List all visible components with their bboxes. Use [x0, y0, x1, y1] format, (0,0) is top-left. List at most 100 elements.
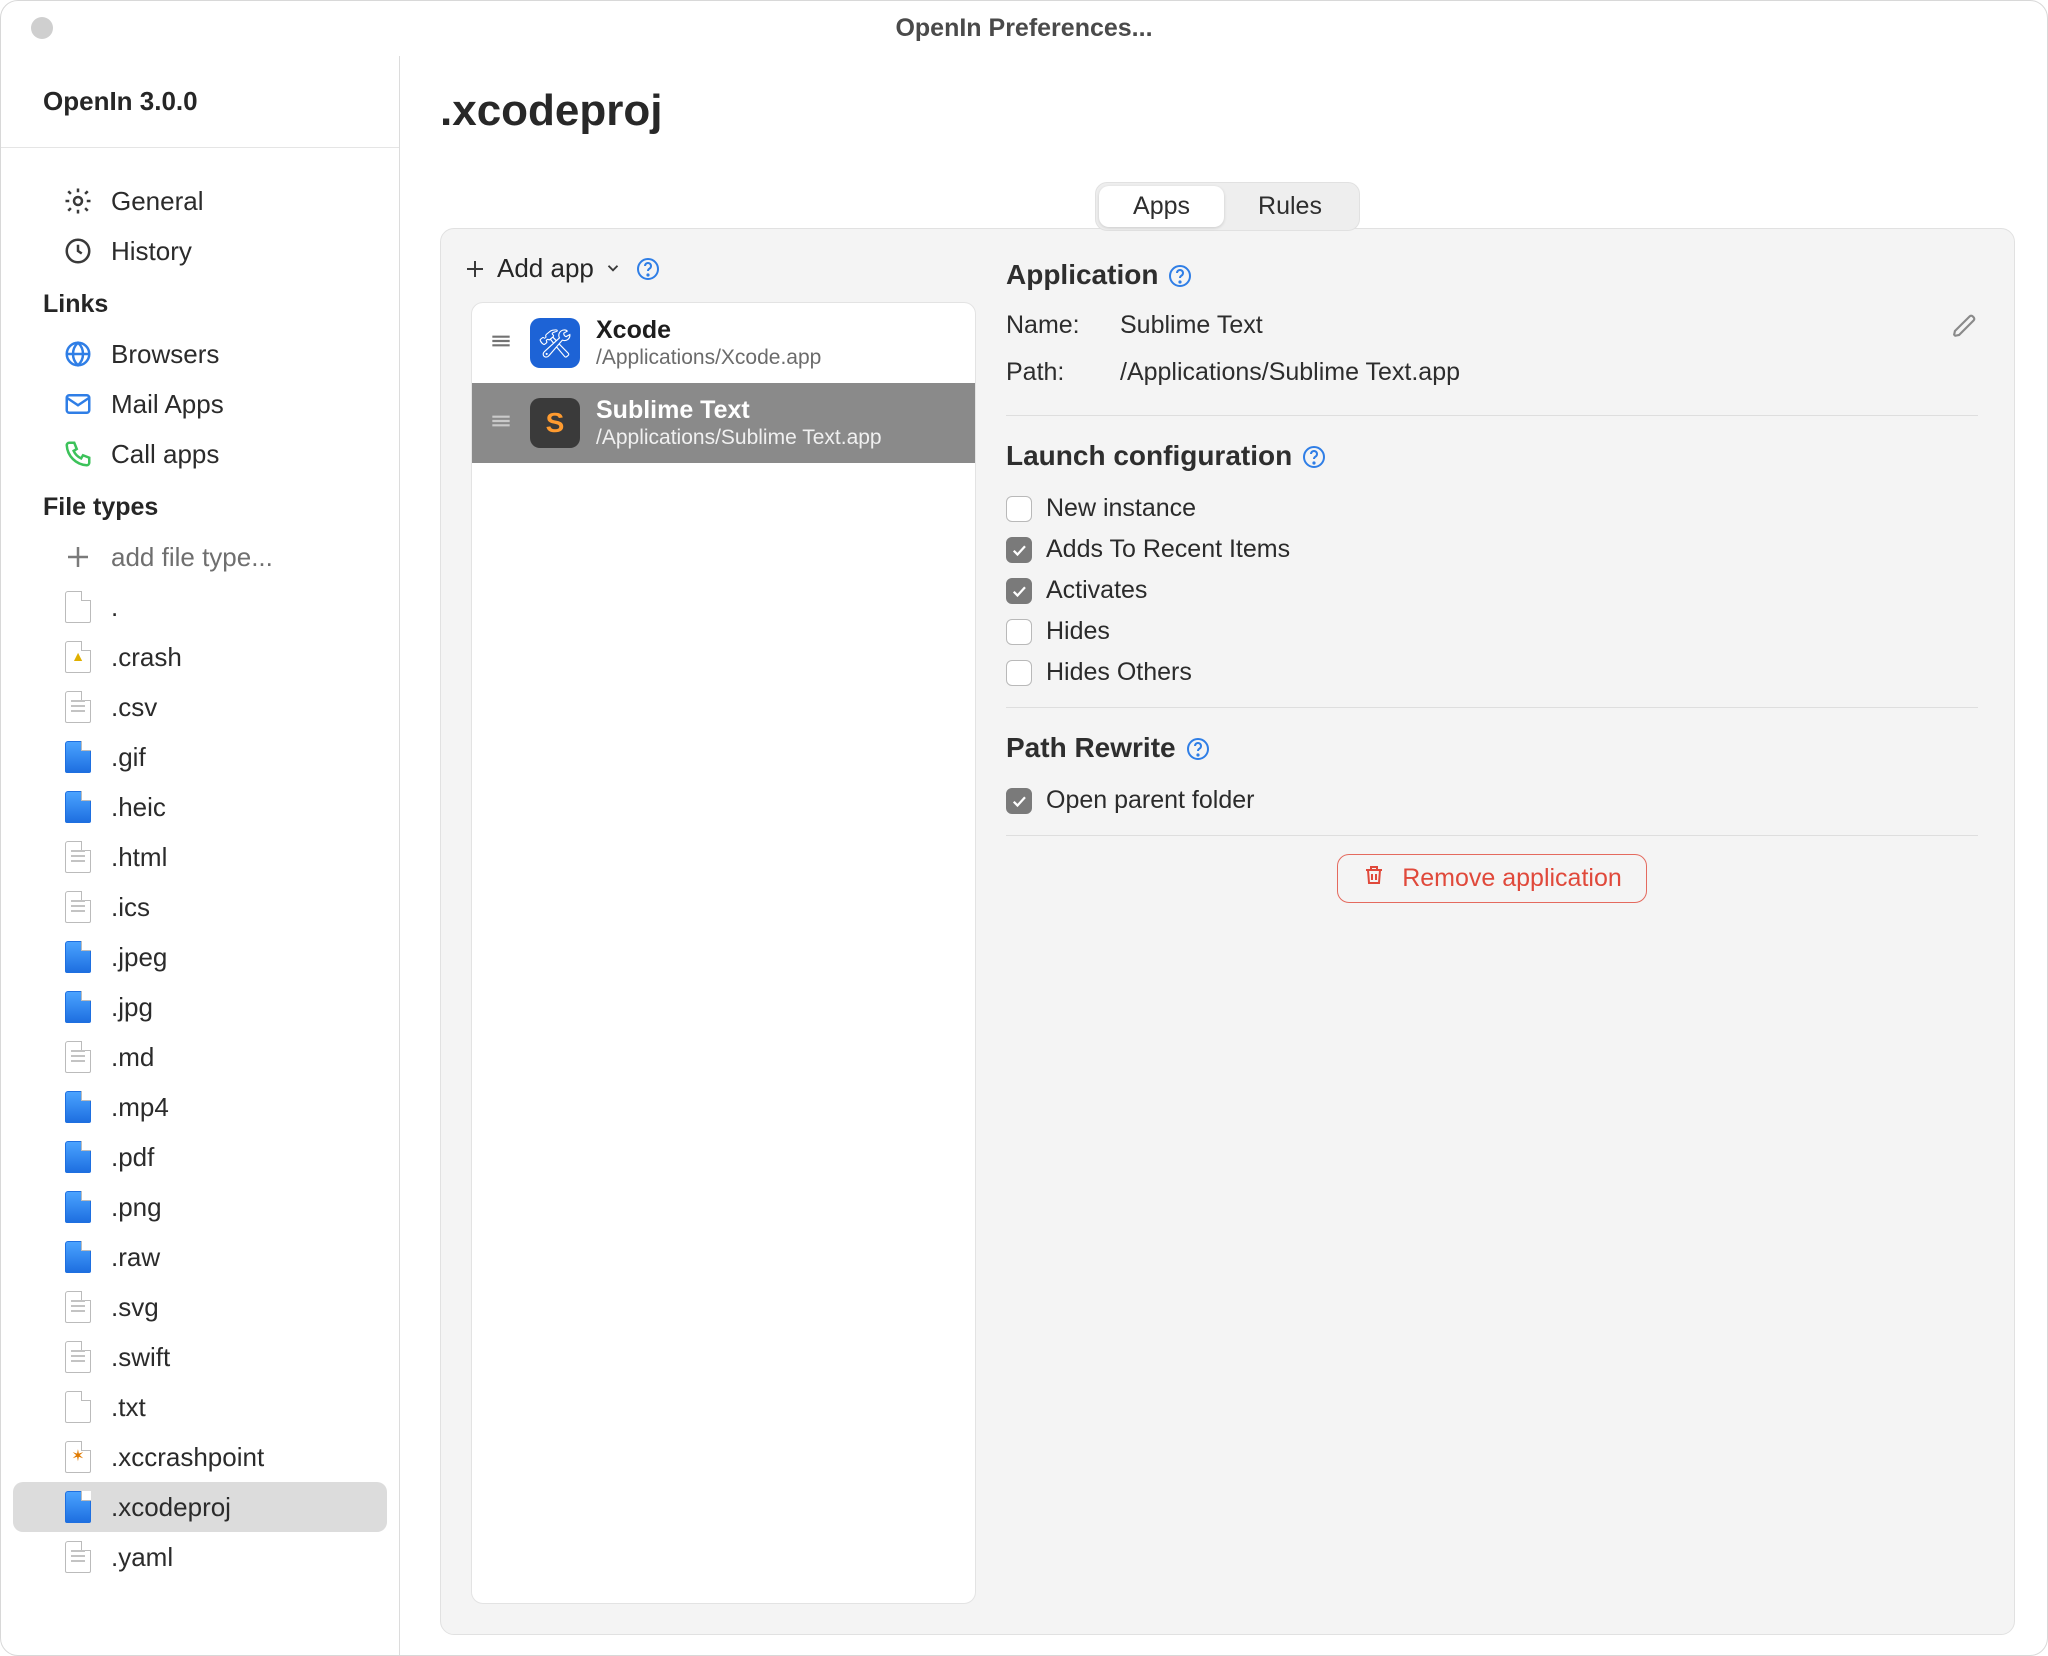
sidebar-item-general[interactable]: General [13, 176, 387, 226]
tab-bar: Apps Rules [1095, 182, 1360, 231]
sidebar-filetype-swift[interactable]: .swift [13, 1332, 387, 1382]
pencil-icon[interactable] [1952, 313, 1978, 339]
app-row-xcode[interactable]: 🛠 Xcode /Applications/Xcode.app [472, 303, 975, 383]
app-name-row: Name: Sublime Text [1006, 307, 1978, 354]
sidebar-item-label: .mp4 [111, 1092, 169, 1123]
checkbox-icon [1006, 619, 1032, 645]
drag-handle-icon[interactable] [488, 408, 514, 439]
add-filetype-label: add file type... [111, 542, 273, 573]
checkbox-hides-others[interactable]: Hides Others [1006, 652, 1978, 693]
links-header: Links [1, 276, 399, 329]
help-icon[interactable] [1168, 263, 1192, 287]
checkbox-activates[interactable]: Activates [1006, 570, 1978, 611]
sidebar-item-label: .ics [111, 892, 150, 923]
sidebar-filetype-crash[interactable]: .crash [13, 632, 387, 682]
apps-column: Add app 🛠 Xcode /Applications/Xcode.app … [441, 229, 1006, 1634]
app-list: 🛠 Xcode /Applications/Xcode.app S Sublim… [471, 302, 976, 1604]
sidebar-item-history[interactable]: History [13, 226, 387, 276]
clock-icon [63, 236, 93, 266]
checkbox-new-instance[interactable]: New instance [1006, 488, 1978, 529]
sidebar-filetype-xccrashpoint[interactable]: .xccrashpoint [13, 1432, 387, 1482]
add-filetype-button[interactable]: add file type... [13, 532, 387, 582]
checkbox-open-parent-folder[interactable]: Open parent folder [1006, 780, 1978, 821]
sidebar-item-mail-apps[interactable]: Mail Apps [13, 379, 387, 429]
sidebar-filetype-yaml[interactable]: .yaml [13, 1532, 387, 1582]
checkbox-label: Hides [1046, 617, 1110, 646]
help-icon[interactable] [1186, 736, 1210, 760]
help-icon[interactable] [1302, 444, 1326, 468]
sidebar-filetype-jpg[interactable]: .jpg [13, 982, 387, 1032]
sidebar-item-label: .txt [111, 1392, 146, 1423]
panel: Add app 🛠 Xcode /Applications/Xcode.app … [440, 228, 2015, 1635]
file-icon [63, 740, 93, 774]
file-icon [63, 1240, 93, 1274]
file-icon [63, 1540, 93, 1574]
sidebar-filetype-txt[interactable]: .txt [13, 1382, 387, 1432]
sidebar-filetype-svg[interactable]: .svg [13, 1282, 387, 1332]
titlebar: OpenIn Preferences... [1, 1, 2047, 56]
sidebar-item-label: .pdf [111, 1142, 154, 1173]
help-icon[interactable] [636, 257, 660, 281]
sidebar-item-label: .svg [111, 1292, 159, 1323]
name-value: Sublime Text [1120, 311, 1952, 340]
add-app-label: Add app [497, 253, 594, 284]
checkbox-adds-to-recent-items[interactable]: Adds To Recent Items [1006, 529, 1978, 570]
add-app-button[interactable]: Add app [441, 253, 1006, 302]
file-icon [63, 1090, 93, 1124]
gear-icon [63, 186, 93, 216]
file-icon [63, 1290, 93, 1324]
checkbox-hides[interactable]: Hides [1006, 611, 1978, 652]
file-icon [63, 1440, 93, 1474]
sidebar-item-label: . [111, 592, 118, 623]
sidebar-item-call-apps[interactable]: Call apps [13, 429, 387, 479]
remove-application-button[interactable]: Remove application [1337, 854, 1647, 903]
window-title: OpenIn Preferences... [1, 14, 2047, 43]
sidebar-filetype-pdf[interactable]: .pdf [13, 1132, 387, 1182]
sidebar-item-label: .raw [111, 1242, 160, 1273]
sidebar-item-label: .csv [111, 692, 157, 723]
sidebar-filetype-jpeg[interactable]: .jpeg [13, 932, 387, 982]
trash-icon [1362, 863, 1386, 894]
sidebar-filetype-mp4[interactable]: .mp4 [13, 1082, 387, 1132]
sidebar-item-label: History [111, 236, 192, 267]
divider [1006, 707, 1978, 708]
application-group: Application Name: Sublime Text [1006, 253, 1978, 401]
drag-handle-icon[interactable] [488, 328, 514, 359]
sidebar-item-label: Mail Apps [111, 389, 224, 420]
sidebar-item-label: .xccrashpoint [111, 1442, 264, 1473]
sidebar-item-label: Call apps [111, 439, 219, 470]
divider [1006, 415, 1978, 416]
file-icon [63, 1040, 93, 1074]
sidebar-filetype-heic[interactable]: .heic [13, 782, 387, 832]
sidebar-filetype-csv[interactable]: .csv [13, 682, 387, 732]
checkbox-icon [1006, 496, 1032, 522]
checkbox-label: Open parent folder [1046, 786, 1254, 815]
file-icon [63, 1340, 93, 1374]
sidebar-filetype-html[interactable]: .html [13, 832, 387, 882]
sidebar-item-label: .yaml [111, 1542, 173, 1573]
sidebar-filetype-gif[interactable]: .gif [13, 732, 387, 782]
file-icon [63, 940, 93, 974]
sidebar-filetype-png[interactable]: .png [13, 1182, 387, 1232]
tab-rules[interactable]: Rules [1224, 186, 1356, 227]
sidebar-item-browsers[interactable]: Browsers [13, 329, 387, 379]
launch-header: Launch configuration [1006, 434, 1978, 488]
content-pane: .xcodeproj Apps Rules Add app [400, 56, 2047, 1655]
sidebar-filetype-xcodeproj[interactable]: .xcodeproj [13, 1482, 387, 1532]
file-icon [63, 690, 93, 724]
sidebar-item-label: .crash [111, 642, 182, 673]
sidebar-item-label: Browsers [111, 339, 219, 370]
name-key: Name: [1006, 311, 1120, 340]
sidebar-filetype-ics[interactable]: .ics [13, 882, 387, 932]
sidebar-filetype-none[interactable]: . [13, 582, 387, 632]
tab-apps[interactable]: Apps [1099, 186, 1224, 227]
plus-icon [463, 257, 487, 281]
sidebar-filetype-raw[interactable]: .raw [13, 1232, 387, 1282]
sidebar-item-label: .jpg [111, 992, 153, 1023]
chevron-down-icon [604, 253, 622, 284]
file-icon [63, 1190, 93, 1224]
sidebar-filetype-md[interactable]: .md [13, 1032, 387, 1082]
checkbox-label: New instance [1046, 494, 1196, 523]
file-icon [63, 840, 93, 874]
app-row-sublime-text[interactable]: S Sublime Text /Applications/Sublime Tex… [472, 383, 975, 463]
